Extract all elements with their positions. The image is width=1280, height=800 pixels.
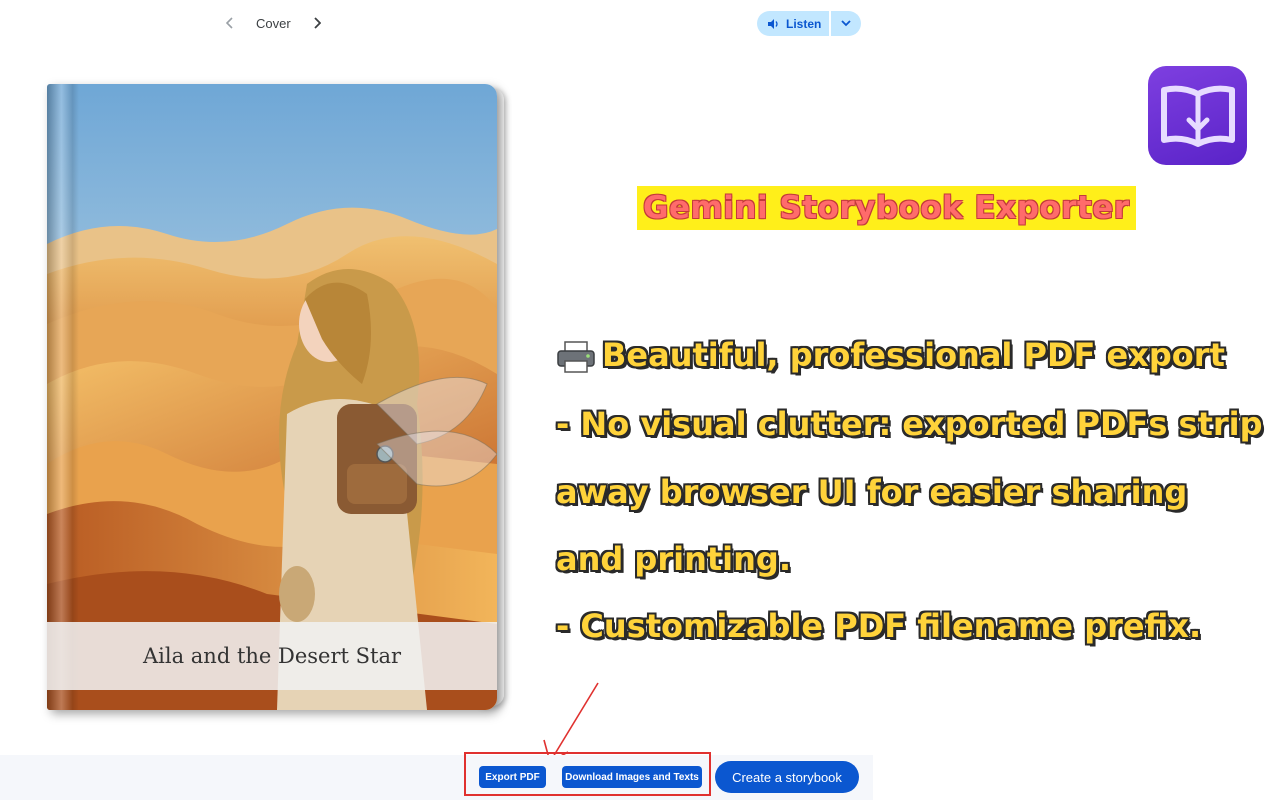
feature-line-3: away browser UI for easier sharing [556, 473, 1187, 511]
next-page-button[interactable] [309, 13, 325, 33]
promo-title: Gemini Storybook Exporter [637, 186, 1136, 230]
listen-button[interactable]: Listen [757, 11, 830, 36]
feature-text-5: - Customizable PDF filename prefix. [556, 607, 1202, 645]
book-title: Aila and the Desert Star [142, 644, 402, 668]
listen-label: Listen [786, 16, 822, 31]
promo-title-text: Gemini Storybook Exporter [643, 190, 1130, 226]
page-label: Cover [256, 15, 291, 31]
book-spine [47, 84, 79, 710]
previous-page-button[interactable] [222, 13, 238, 33]
feature-text-3: away browser UI for easier sharing [556, 473, 1188, 511]
chevron-down-icon [841, 20, 851, 27]
export-pdf-button[interactable]: Export PDF [479, 766, 546, 788]
page-navigation: Cover [222, 12, 325, 34]
listen-control: Listen [757, 11, 862, 36]
printer-icon [557, 341, 595, 373]
book-title-bar: Aila and the Desert Star [47, 622, 497, 690]
feature-line-4: and printing. [556, 540, 791, 578]
speaker-icon [768, 18, 778, 29]
feature-line-2: - No visual clutter: exported PDFs strip [556, 405, 1263, 443]
chevron-right-icon [314, 17, 321, 29]
feature-text-1: Beautiful, professional PDF export [602, 336, 1225, 374]
feature-text-4: and printing. [556, 540, 791, 578]
download-images-texts-button[interactable]: Download Images and Texts [562, 766, 702, 788]
chevron-left-icon [226, 17, 233, 29]
storybook-cover[interactable]: Aila and the Desert Star [47, 84, 497, 710]
feature-line-5: - Customizable PDF filename prefix. [556, 607, 1201, 645]
feature-text-2: - No visual clutter: exported PDFs strip [556, 405, 1263, 443]
cover-illustration [47, 84, 497, 710]
book-download-icon [1148, 66, 1247, 165]
listen-dropdown-button[interactable] [831, 11, 862, 36]
feature-line-1: Beautiful, professional PDF export [556, 336, 1225, 374]
create-storybook-button[interactable]: Create a storybook [715, 761, 859, 793]
